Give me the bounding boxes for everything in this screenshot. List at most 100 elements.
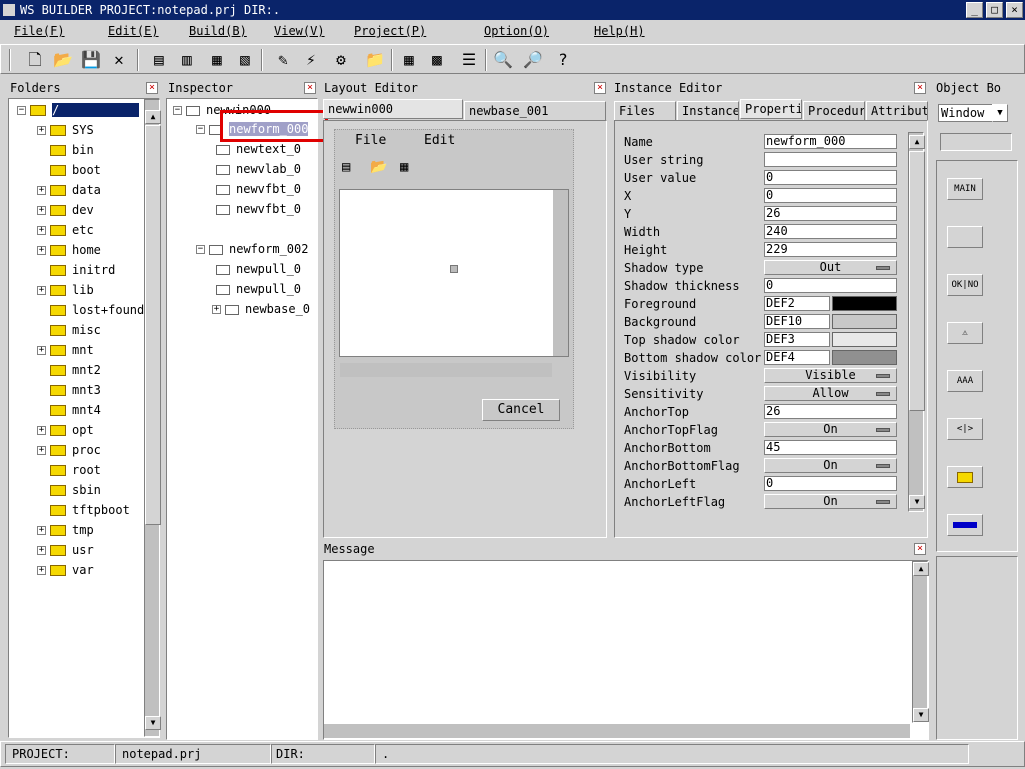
property-input[interactable]: 26 bbox=[764, 206, 897, 221]
expand-icon[interactable]: + bbox=[212, 305, 221, 314]
scroll-up-icon[interactable]: ▲ bbox=[913, 562, 929, 576]
form-open-icon[interactable]: 📂 bbox=[370, 159, 387, 175]
color-swatch[interactable] bbox=[832, 296, 897, 311]
folder-item[interactable]: +sbin bbox=[37, 481, 101, 499]
palette-widget-icon[interactable]: MAIN bbox=[947, 178, 983, 200]
menu-edit[interactable]: Edit(E) bbox=[108, 24, 159, 38]
property-input[interactable]: 240 bbox=[764, 224, 897, 239]
folder-item[interactable]: +mnt2 bbox=[37, 361, 101, 379]
expand-icon[interactable]: + bbox=[37, 246, 46, 255]
property-option-button[interactable]: Out bbox=[764, 260, 897, 275]
folder-item[interactable]: +root bbox=[37, 461, 101, 479]
collapse-icon[interactable]: − bbox=[196, 245, 205, 254]
palette-widget-icon[interactable]: OK|NO bbox=[947, 274, 983, 296]
expand-icon[interactable]: + bbox=[37, 446, 46, 455]
form-handle[interactable] bbox=[450, 265, 458, 273]
form-save-icon[interactable]: ▦ bbox=[400, 159, 408, 175]
property-color-field[interactable]: DEF2 bbox=[764, 296, 830, 311]
folder-item[interactable]: + etc bbox=[37, 221, 94, 239]
form-text-area[interactable] bbox=[339, 189, 569, 357]
instance-tab[interactable]: Procedur bbox=[803, 101, 865, 121]
folders-scrollbar[interactable]: ▲ ▼ bbox=[144, 99, 161, 737]
property-input[interactable]: 0 bbox=[764, 170, 897, 185]
property-input[interactable]: newform_000 bbox=[764, 134, 897, 149]
folder-item[interactable]: + tmp bbox=[37, 521, 94, 539]
instance-tab[interactable]: Files bbox=[614, 101, 676, 121]
menu-view[interactable]: View(V) bbox=[274, 24, 325, 38]
scroll-up-icon[interactable]: ▲ bbox=[909, 135, 925, 149]
expand-icon[interactable]: + bbox=[37, 546, 46, 555]
menu-option[interactable]: Option(O) bbox=[484, 24, 549, 38]
minimize-button[interactable]: _ bbox=[966, 2, 983, 18]
inspector-item[interactable]: − newform_002 bbox=[196, 240, 308, 258]
color-swatch[interactable] bbox=[832, 350, 897, 365]
palette-widget-icon[interactable] bbox=[947, 466, 983, 488]
folder-item[interactable]: +lost+found bbox=[37, 301, 144, 319]
message-area[interactable] bbox=[323, 560, 929, 740]
property-input[interactable]: 0 bbox=[764, 476, 897, 491]
property-option-button[interactable]: On bbox=[764, 422, 897, 437]
inspector-item[interactable]: newpull_0 bbox=[216, 260, 301, 278]
close-button[interactable]: × bbox=[1006, 2, 1023, 18]
close-window-icon[interactable]: ▧ bbox=[233, 48, 257, 72]
properties-scrollbar[interactable]: ▲ ▼ bbox=[908, 132, 925, 512]
new-file-icon[interactable]: 🗋 bbox=[23, 48, 47, 72]
property-option-button[interactable]: On bbox=[764, 458, 897, 473]
color-swatch[interactable] bbox=[832, 332, 897, 347]
disabled-icon[interactable]: ▩ bbox=[425, 48, 449, 72]
expand-icon[interactable]: + bbox=[37, 206, 46, 215]
expand-icon[interactable]: + bbox=[37, 346, 46, 355]
form-menu-edit[interactable]: Edit bbox=[424, 133, 455, 148]
folder-item[interactable]: +boot bbox=[37, 161, 101, 179]
expand-icon[interactable]: + bbox=[37, 226, 46, 235]
property-color-field[interactable]: DEF10 bbox=[764, 314, 830, 329]
expand-icon[interactable]: + bbox=[37, 526, 46, 535]
expand-icon[interactable]: + bbox=[37, 426, 46, 435]
message-vscroll[interactable]: ▲ ▼ bbox=[912, 561, 929, 723]
instance-tab[interactable]: Properti bbox=[740, 99, 802, 119]
inspector-item[interactable]: newpull_0 bbox=[216, 280, 301, 298]
search-icon[interactable]: 🔎 bbox=[521, 48, 545, 72]
menu-project[interactable]: Project(P) bbox=[354, 24, 426, 38]
folder-item[interactable]: +tftpboot bbox=[37, 501, 130, 519]
folder-item[interactable]: + data bbox=[37, 181, 101, 199]
scroll-thumb[interactable] bbox=[145, 125, 161, 525]
maximize-button[interactable]: □ bbox=[986, 2, 1003, 18]
instance-tab[interactable]: Instance bbox=[677, 101, 739, 121]
folder-item[interactable]: + dev bbox=[37, 201, 94, 219]
property-option-button[interactable]: Visible bbox=[764, 368, 897, 383]
scroll-thumb[interactable] bbox=[909, 151, 925, 411]
cancel-button[interactable]: Cancel bbox=[482, 399, 560, 421]
form-menu-file[interactable]: File bbox=[355, 133, 386, 148]
message-close-icon[interactable]: × bbox=[914, 543, 926, 555]
inspector-item[interactable]: newvlab_0 bbox=[216, 160, 301, 178]
open-window-icon[interactable]: ▥ bbox=[175, 48, 199, 72]
save-window-icon[interactable]: ▦ bbox=[205, 48, 229, 72]
menu-help[interactable]: Help(H) bbox=[594, 24, 645, 38]
tab-newbase[interactable]: newbase_001 bbox=[464, 101, 606, 121]
folder-item[interactable]: + SYS bbox=[37, 121, 94, 139]
new-window-icon[interactable]: ▤ bbox=[147, 48, 171, 72]
property-input[interactable] bbox=[764, 152, 897, 167]
expand-icon[interactable]: + bbox=[37, 286, 46, 295]
compile-icon[interactable]: ⚙ bbox=[329, 48, 353, 72]
form-vscroll[interactable] bbox=[553, 190, 568, 356]
edit-icon[interactable]: ✎ bbox=[271, 48, 295, 72]
folder-item[interactable]: + var bbox=[37, 561, 94, 579]
property-color-field[interactable]: DEF3 bbox=[764, 332, 830, 347]
expand-icon[interactable]: + bbox=[37, 186, 46, 195]
folder-root[interactable]: − / bbox=[17, 101, 140, 119]
inspector-item[interactable]: newtext_0 bbox=[216, 140, 301, 158]
folder-item[interactable]: +misc bbox=[37, 321, 101, 339]
property-option-button[interactable]: On bbox=[764, 494, 897, 509]
inspector-item[interactable]: newvfbt_0 bbox=[216, 180, 301, 198]
palette-widget-icon[interactable] bbox=[947, 226, 983, 248]
expand-icon[interactable]: + bbox=[37, 566, 46, 575]
palette-widget-icon[interactable] bbox=[947, 514, 983, 536]
tab-newwin[interactable]: newwin000 bbox=[323, 99, 463, 119]
property-input[interactable]: 0 bbox=[764, 278, 897, 293]
list-icon[interactable]: ☰ bbox=[457, 48, 481, 72]
color-swatch[interactable] bbox=[832, 314, 897, 329]
layout-canvas[interactable]: File Edit ▤ 📂 ▦ Cancel bbox=[323, 120, 607, 538]
open-folder-icon[interactable]: 📂 bbox=[51, 48, 75, 72]
